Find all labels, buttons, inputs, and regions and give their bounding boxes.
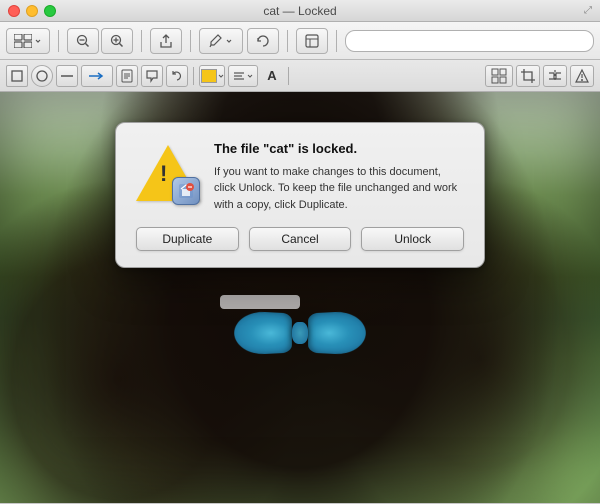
modal-body: If you want to make changes to this docu… bbox=[214, 164, 464, 214]
rotate2-tool[interactable] bbox=[166, 65, 188, 87]
separator-5 bbox=[336, 30, 337, 52]
rectangle-tool[interactable] bbox=[6, 65, 28, 87]
maximize-button[interactable] bbox=[44, 5, 56, 17]
flip-button[interactable] bbox=[543, 65, 567, 87]
grid-button[interactable] bbox=[485, 65, 513, 87]
unlock-button[interactable]: Unlock bbox=[361, 227, 464, 251]
color-swatch bbox=[201, 69, 217, 83]
duplicate-button[interactable]: Duplicate bbox=[136, 227, 239, 251]
main-content: The file "cat" is locked. If you want to… bbox=[0, 92, 600, 503]
cancel-button[interactable]: Cancel bbox=[249, 227, 352, 251]
file-badge bbox=[172, 177, 200, 205]
arrow-tool[interactable] bbox=[81, 65, 113, 87]
color-picker[interactable] bbox=[199, 65, 225, 87]
zoom-out-button[interactable] bbox=[67, 28, 99, 54]
locked-dialog: The file "cat" is locked. If you want to… bbox=[115, 122, 485, 268]
search-input[interactable] bbox=[345, 30, 594, 52]
align-dropdown[interactable] bbox=[228, 65, 258, 87]
zoom-in-button[interactable] bbox=[101, 28, 133, 54]
separator-2 bbox=[141, 30, 142, 52]
separator-1 bbox=[58, 30, 59, 52]
annotate-button[interactable] bbox=[199, 28, 243, 54]
view-controls bbox=[6, 28, 50, 54]
modal-text: The file "cat" is locked. If you want to… bbox=[214, 141, 464, 213]
edit-button[interactable] bbox=[296, 28, 328, 54]
right-tools bbox=[485, 65, 594, 87]
modal-buttons: Duplicate Cancel Unlock bbox=[136, 227, 464, 251]
window-controls[interactable] bbox=[8, 5, 56, 17]
separator-t2-1 bbox=[193, 67, 194, 85]
toolbar-secondary: A bbox=[0, 60, 600, 92]
modal-icon bbox=[136, 141, 200, 205]
modal-overlay: The file "cat" is locked. If you want to… bbox=[0, 92, 600, 503]
oval-tool[interactable] bbox=[31, 65, 53, 87]
zoom-controls bbox=[67, 28, 133, 54]
title-bar: cat — Locked ⤢ bbox=[0, 0, 600, 22]
text-tool[interactable] bbox=[116, 65, 138, 87]
minimize-button[interactable] bbox=[26, 5, 38, 17]
adjust-button[interactable] bbox=[570, 65, 594, 87]
rotate-button[interactable] bbox=[247, 28, 279, 54]
crop-button[interactable] bbox=[516, 65, 540, 87]
modal-title: The file "cat" is locked. bbox=[214, 141, 464, 158]
line-tool[interactable] bbox=[56, 65, 78, 87]
share-button[interactable] bbox=[150, 28, 182, 54]
speech-tool[interactable] bbox=[141, 65, 163, 87]
separator-t2-2 bbox=[288, 67, 289, 85]
window-title: cat — Locked bbox=[263, 4, 336, 18]
modal-content-area: The file "cat" is locked. If you want to… bbox=[136, 141, 464, 213]
separator-4 bbox=[287, 30, 288, 52]
resize-icon: ⤢ bbox=[584, 5, 592, 16]
close-button[interactable] bbox=[8, 5, 20, 17]
separator-3 bbox=[190, 30, 191, 52]
font-label: A bbox=[261, 65, 283, 87]
view-button[interactable] bbox=[6, 28, 50, 54]
toolbar-primary bbox=[0, 22, 600, 60]
